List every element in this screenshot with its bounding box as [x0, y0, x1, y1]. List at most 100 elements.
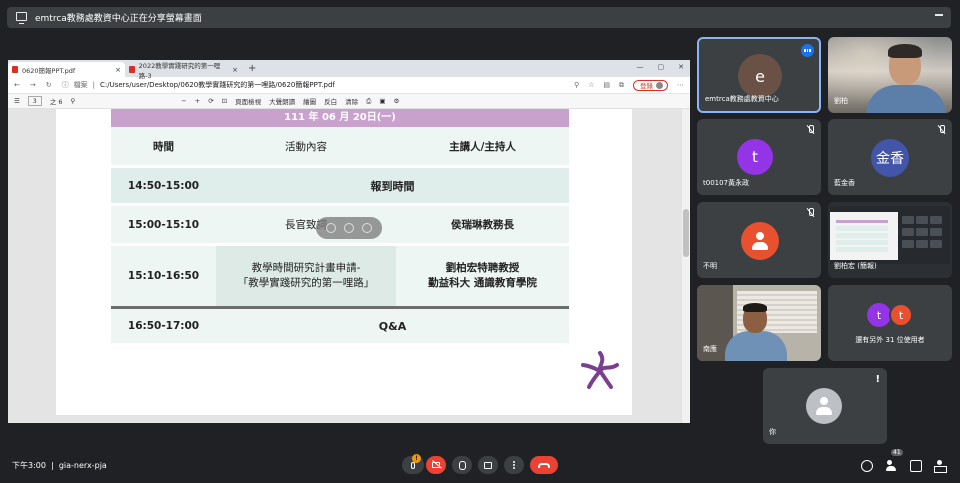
- mic-off-icon[interactable]: [326, 223, 336, 233]
- scrollbar-thumb[interactable]: [683, 209, 689, 257]
- others-tile[interactable]: t t 還有另外 31 位使用者: [828, 285, 952, 361]
- more-vert-icon: [513, 464, 515, 466]
- extensions-icon[interactable]: ⧉: [619, 81, 624, 90]
- people-count-badge: 41: [891, 449, 903, 456]
- presenting-banner: emtrca教務處教資中心正在分享螢幕畫面: [7, 7, 951, 28]
- browser-tab[interactable]: 2022教學實踐研究的第一哩路-3 ×: [125, 61, 242, 80]
- present-button[interactable]: [478, 456, 498, 474]
- url-field[interactable]: ⓘ 檔案 | C:/Users/user/Desktop/0620教學實踐研究的…: [62, 80, 335, 90]
- avatar: t: [889, 303, 913, 327]
- scrollbar[interactable]: [682, 109, 690, 423]
- close-tab-icon[interactable]: ×: [232, 66, 238, 74]
- minimize-banner-icon[interactable]: [935, 14, 943, 16]
- maximize-icon[interactable]: ▢: [658, 63, 665, 71]
- participant-tile-self[interactable]: e emtrca教務處教資中心: [697, 37, 821, 113]
- draw-button[interactable]: 繪圖: [303, 96, 316, 106]
- pdf-page: 111 年 06 月 20日(一) 時間 活動內容 主講人/主持人 14:50-…: [56, 109, 632, 415]
- time-cell: 16:50-17:00: [127, 320, 200, 332]
- rotate-icon[interactable]: ⟳: [208, 97, 213, 105]
- forward-icon[interactable]: →: [30, 81, 36, 89]
- save-icon[interactable]: ▣: [379, 97, 385, 105]
- video-person: [725, 331, 787, 361]
- logo-icon: [581, 351, 619, 389]
- time-cell: 14:50-15:00: [127, 179, 200, 192]
- zoom-out-icon[interactable]: −: [181, 97, 186, 105]
- participant-name: 劉柏宏 (簡報): [834, 262, 877, 270]
- column-header: 活動內容: [285, 140, 327, 153]
- search-icon[interactable]: ⚲: [71, 97, 76, 105]
- camera-button[interactable]: [426, 456, 446, 474]
- info-icon[interactable]: [861, 460, 873, 472]
- menu-icon[interactable]: ⋯: [677, 81, 684, 89]
- participant-tile-presentation[interactable]: 劉柏宏 (簡報): [828, 202, 952, 278]
- participant-tile[interactable]: 金香 藍金香: [828, 119, 952, 195]
- people-icon[interactable]: [886, 460, 898, 472]
- chat-icon[interactable]: [910, 460, 922, 472]
- participant-tile-self-view[interactable]: ! 你: [763, 368, 887, 444]
- zoom-icon[interactable]: ⚲: [574, 81, 579, 89]
- page-total: 之 6: [49, 98, 63, 106]
- speaker-line: 劉柏宏特聘教授: [445, 262, 520, 274]
- login-button[interactable]: 登錄: [633, 79, 668, 91]
- present-icon: [484, 461, 492, 469]
- avatar: e: [738, 54, 782, 98]
- erase-button[interactable]: 清除: [345, 96, 358, 106]
- participant-name: 你: [769, 428, 776, 436]
- new-tab-icon[interactable]: +: [248, 63, 256, 74]
- page-view-button[interactable]: 頁面檢視: [235, 96, 261, 106]
- speaker-line: 勤益科大 通識教育學院: [428, 277, 537, 289]
- collections-icon[interactable]: ▤: [603, 81, 610, 89]
- activity-cell: Q&A: [378, 319, 407, 333]
- favorites-icon[interactable]: ☆: [588, 81, 594, 89]
- close-window-icon[interactable]: ✕: [678, 63, 684, 71]
- pdf-viewport: 111 年 06 月 20日(一) 時間 活動內容 主講人/主持人 14:50-…: [8, 109, 690, 423]
- participant-tile[interactable]: t t00107黃永政: [697, 119, 821, 195]
- read-aloud-button[interactable]: 大聲朗讀: [269, 96, 295, 106]
- page-number-input[interactable]: 3: [27, 96, 42, 106]
- browser-actions: ⚲ ☆ ▤ ⧉ 登錄 ⋯: [574, 79, 684, 91]
- raise-hand-button[interactable]: [452, 456, 472, 474]
- avatar: [806, 388, 842, 424]
- person-icon: [814, 395, 834, 417]
- address-bar: ← → ↻ ⓘ 檔案 | C:/Users/user/Desktop/0620教…: [8, 77, 690, 94]
- camera-off-icon: [432, 462, 440, 468]
- avatar: [741, 222, 779, 260]
- column-header: 時間: [153, 140, 174, 153]
- table-header-row: 時間 活動內容 主講人/主持人: [111, 127, 569, 168]
- speaker-cell: 劉柏宏特聘教授 勤益科大 通識教育學院: [396, 246, 569, 306]
- clock-time: 下午3:00: [12, 461, 46, 470]
- tab-title: 2022教學實踐研究的第一哩路-3: [138, 61, 221, 80]
- fit-icon[interactable]: ⊡: [222, 97, 227, 105]
- meeting-info: 下午3:00 | gia-nerx-pja: [12, 461, 107, 470]
- warning-badge-icon: !: [412, 454, 421, 463]
- alert-icon: !: [875, 374, 880, 385]
- participant-name: 南應: [703, 345, 717, 353]
- back-icon[interactable]: ←: [14, 81, 20, 89]
- speaking-indicator-icon: [801, 44, 814, 57]
- leave-call-button[interactable]: [530, 456, 558, 474]
- contents-icon[interactable]: ☰: [14, 97, 20, 105]
- participant-tile-video[interactable]: 南應: [697, 285, 821, 361]
- close-tab-icon[interactable]: ×: [115, 66, 121, 74]
- settings-icon[interactable]: ⚙: [393, 97, 399, 105]
- person-icon: [750, 230, 770, 252]
- zoom-in-icon[interactable]: +: [195, 97, 200, 105]
- remove-icon[interactable]: [362, 223, 372, 233]
- activities-icon[interactable]: [934, 460, 947, 473]
- participant-tile[interactable]: 不明: [697, 202, 821, 278]
- minimize-icon[interactable]: —: [637, 63, 644, 71]
- date-header: 111 年 06 月 20日(一): [111, 109, 569, 127]
- mic-off-icon: [807, 208, 814, 217]
- browser-tab-active[interactable]: 0620簡報PPT.pdf ×: [8, 62, 125, 77]
- pdf-icon: [12, 66, 18, 73]
- print-icon[interactable]: ⎙: [366, 97, 371, 106]
- activity-cell: 教學時間研究計畫申請- 「教學實踐研究的第一哩路」: [216, 246, 396, 306]
- time-cell: 15:00-15:10: [127, 218, 200, 231]
- separator: |: [92, 81, 95, 89]
- highlight-button[interactable]: 反白: [324, 96, 337, 106]
- more-options-button[interactable]: [504, 456, 524, 474]
- camera-off-icon[interactable]: [344, 223, 354, 233]
- mic-off-icon: [807, 125, 814, 134]
- refresh-icon[interactable]: ↻: [46, 81, 52, 89]
- participant-tile-video[interactable]: 劉柏: [828, 37, 952, 113]
